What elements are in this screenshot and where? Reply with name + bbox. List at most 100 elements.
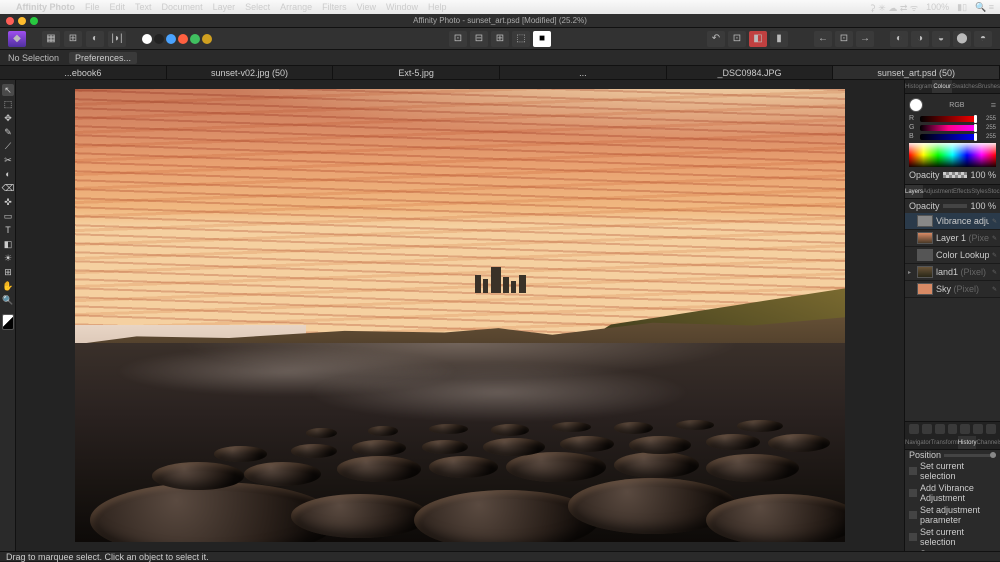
tb-r1-icon[interactable]: ↶ [707,31,725,47]
clone-tool-icon[interactable]: ✜ [2,196,14,208]
move-tool-icon[interactable]: ↖ [2,84,14,96]
tb-s1-icon[interactable]: ← [814,31,832,47]
green-slider[interactable] [920,125,977,131]
doc-tab-3[interactable]: ... [500,66,667,79]
hist-icon[interactable] [973,424,983,434]
tb-view-icon[interactable]: ▦ [42,31,60,47]
tb-snap-icon[interactable]: ⊡ [449,31,467,47]
menu-view[interactable]: View [357,2,376,12]
mesh-tool-icon[interactable]: ⊞ [2,266,14,278]
node-tool-icon[interactable]: ✥ [2,112,14,124]
spotlight-icon[interactable]: 🔍 ≡ [975,2,994,13]
menu-select[interactable]: Select [245,2,270,12]
tb-p3-icon[interactable]: ◒ [932,31,950,47]
erase-tool-icon[interactable]: ⌫ [2,182,14,194]
lock-icon[interactable]: ✎ [992,235,997,242]
tab-stock[interactable]: Stock [988,185,1000,198]
history-item[interactable]: Add Vibrance Adjustment [905,482,1000,504]
tab-effects[interactable]: Effects [953,185,971,198]
tb-p2-icon[interactable]: ◑ [911,31,929,47]
lock-icon[interactable]: ✎ [992,269,997,276]
color-swap-icon[interactable] [2,314,14,330]
history-item[interactable]: Set adjustment parameter [905,504,1000,526]
light-tool-icon[interactable]: ☀ [2,252,14,264]
context-preferences[interactable]: Preferences... [69,52,137,64]
expand-icon[interactable]: ▸ [908,269,914,276]
tab-transform[interactable]: Transform [931,436,958,449]
app-name[interactable]: Affinity Photo [16,2,75,12]
history-slider[interactable] [944,454,996,457]
dodge-tool-icon[interactable]: ◐ [2,168,14,180]
history-item[interactable]: Set current selection [905,460,1000,482]
hist-icon[interactable] [960,424,970,434]
tb-s2-icon[interactable]: ⊡ [835,31,853,47]
tb-p4-icon[interactable]: ⬤ [953,31,971,47]
lock-icon[interactable]: ✎ [992,286,997,293]
tab-history[interactable]: History [958,436,977,449]
brush-tool-icon[interactable]: ✎ [2,126,14,138]
tb-arrange-icon[interactable]: ⊞ [64,31,82,47]
tb-c-icon[interactable]: ⬚ [512,31,530,47]
selection-tool-icon[interactable]: ⬚ [2,98,14,110]
close-button[interactable] [6,17,14,25]
hist-icon[interactable] [909,424,919,434]
hist-icon[interactable] [986,424,996,434]
shape-tool-icon[interactable]: ▭ [2,210,14,222]
menu-edit[interactable]: Edit [110,2,126,12]
zoom-tool-icon[interactable]: 🔍 [2,294,14,306]
colour-swatch[interactable] [909,98,923,112]
doc-tab-4[interactable]: _DSC0984.JPG [667,66,834,79]
colour-mode[interactable]: RGB [927,102,987,109]
minimize-button[interactable] [18,17,26,25]
menu-arrange[interactable]: Arrange [280,2,312,12]
layer-row[interactable]: ▸ land1 (Pixel) ✎ [905,264,1000,281]
tab-adjustment[interactable]: Adjustment [923,185,953,198]
menu-layer[interactable]: Layer [213,2,236,12]
colour-menu-icon[interactable]: ≡ [991,100,996,110]
layer-row[interactable]: Color Lookup 1 (Pixel) ✎ [905,247,1000,264]
tab-layers[interactable]: Layers [905,185,923,198]
tb-r4-icon[interactable]: ▮ [770,31,788,47]
text-tool-icon[interactable]: T [2,224,14,236]
menu-window[interactable]: Window [386,2,418,12]
quick-color-5[interactable] [190,34,200,44]
tab-styles[interactable]: Styles [971,185,987,198]
blue-slider[interactable] [920,134,977,140]
quick-color-2[interactable] [154,34,164,44]
lock-icon[interactable]: ✎ [992,218,997,225]
tb-p5-icon[interactable]: ◓ [974,31,992,47]
lock-icon[interactable]: ✎ [992,252,997,259]
layer-row[interactable]: Vibrance adjustment ✎ [905,213,1000,230]
menu-document[interactable]: Document [162,2,203,12]
opacity-value[interactable]: 100 % [970,170,996,180]
quick-color-3[interactable] [166,34,176,44]
gradient-tool-icon[interactable]: ◧ [2,238,14,250]
history-item[interactable]: Set current selection [905,526,1000,548]
crop-tool-icon[interactable]: ✂ [2,154,14,166]
tab-navigator[interactable]: Navigator [905,436,931,449]
tb-a-icon[interactable]: ⊟ [470,31,488,47]
menu-filters[interactable]: Filters [322,2,347,12]
tb-p1-icon[interactable]: ◐ [890,31,908,47]
layer-row[interactable]: Layer 1 (Pixel) ✎ [905,230,1000,247]
line-tool-icon[interactable]: ⟋ [2,140,14,152]
menu-file[interactable]: File [85,2,100,12]
tab-channels[interactable]: Channels [976,436,1000,449]
hist-icon[interactable] [948,424,958,434]
tb-mask-icon[interactable]: ◐ [86,31,104,47]
doc-tab-2[interactable]: Ext-5.jpg [333,66,500,79]
battery-status[interactable]: 100% [926,2,949,12]
tb-r2-icon[interactable]: ⊡ [728,31,746,47]
document-canvas[interactable] [75,89,845,542]
hist-icon[interactable] [935,424,945,434]
quick-color-6[interactable] [202,34,212,44]
doc-tab-5[interactable]: sunset_art.psd (50) [833,66,1000,79]
quick-color-1[interactable] [142,34,152,44]
tab-colour[interactable]: Colour [932,80,952,93]
red-slider[interactable] [920,116,977,122]
wifi-icon[interactable]: ⚳ ✳ ☁ ⇄ ᯤ [869,1,918,14]
tab-swatches[interactable]: Swatches [952,80,978,93]
opacity-slider[interactable] [943,172,968,178]
tb-channel-icon[interactable]: |◗| [108,31,126,47]
tb-s3-icon[interactable]: → [856,31,874,47]
